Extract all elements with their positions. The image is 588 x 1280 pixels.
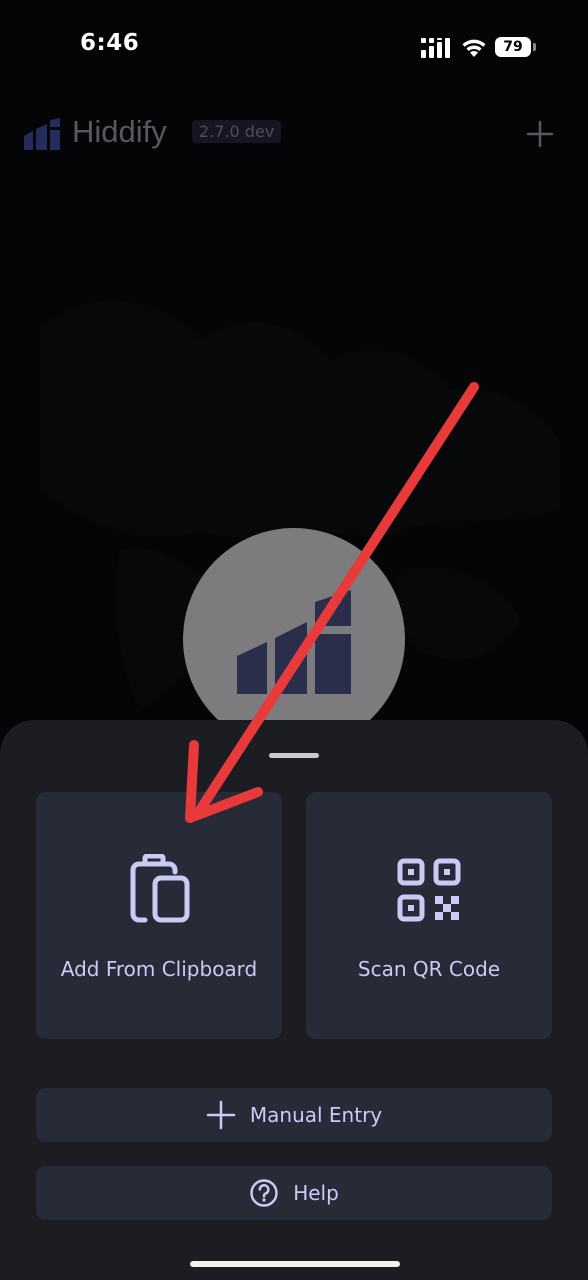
row-label: Manual Entry [249, 1103, 383, 1127]
help-button[interactable]: Help [36, 1166, 552, 1220]
add-profile-sheet: Add From Clipboard Scan QR Code Manual E… [0, 720, 588, 1280]
connect-button[interactable] [183, 528, 405, 750]
wifi-icon [462, 39, 486, 57]
add-from-clipboard-button[interactable]: Add From Clipboard [36, 792, 282, 1039]
tile-label: Scan QR Code [357, 957, 501, 981]
clipboard-icon [130, 854, 190, 923]
battery-indicator: 79 [495, 37, 531, 57]
cellular-signal-icon [421, 38, 450, 58]
hiddify-logo-icon [237, 590, 351, 694]
drag-handle[interactable] [269, 753, 319, 758]
version-badge: 2.7.0 dev [192, 120, 282, 143]
app-title: Hiddify [72, 114, 167, 149]
home-indicator [190, 1261, 400, 1267]
tile-label: Add From Clipboard [60, 957, 258, 981]
hiddify-logo-icon [24, 118, 60, 150]
scan-qr-code-button[interactable]: Scan QR Code [306, 792, 552, 1039]
app-header: Hiddify 2.7.0 dev [0, 104, 588, 168]
battery-nub [533, 43, 536, 51]
status-time: 6:46 [80, 30, 140, 56]
plus-icon [206, 1100, 236, 1130]
help-circle-icon [250, 1179, 278, 1207]
manual-entry-button[interactable]: Manual Entry [36, 1088, 552, 1142]
qr-code-icon [397, 858, 461, 922]
plus-icon[interactable] [526, 120, 554, 148]
row-label: Help [293, 1181, 339, 1205]
status-bar: 6:46 79 [0, 0, 588, 96]
